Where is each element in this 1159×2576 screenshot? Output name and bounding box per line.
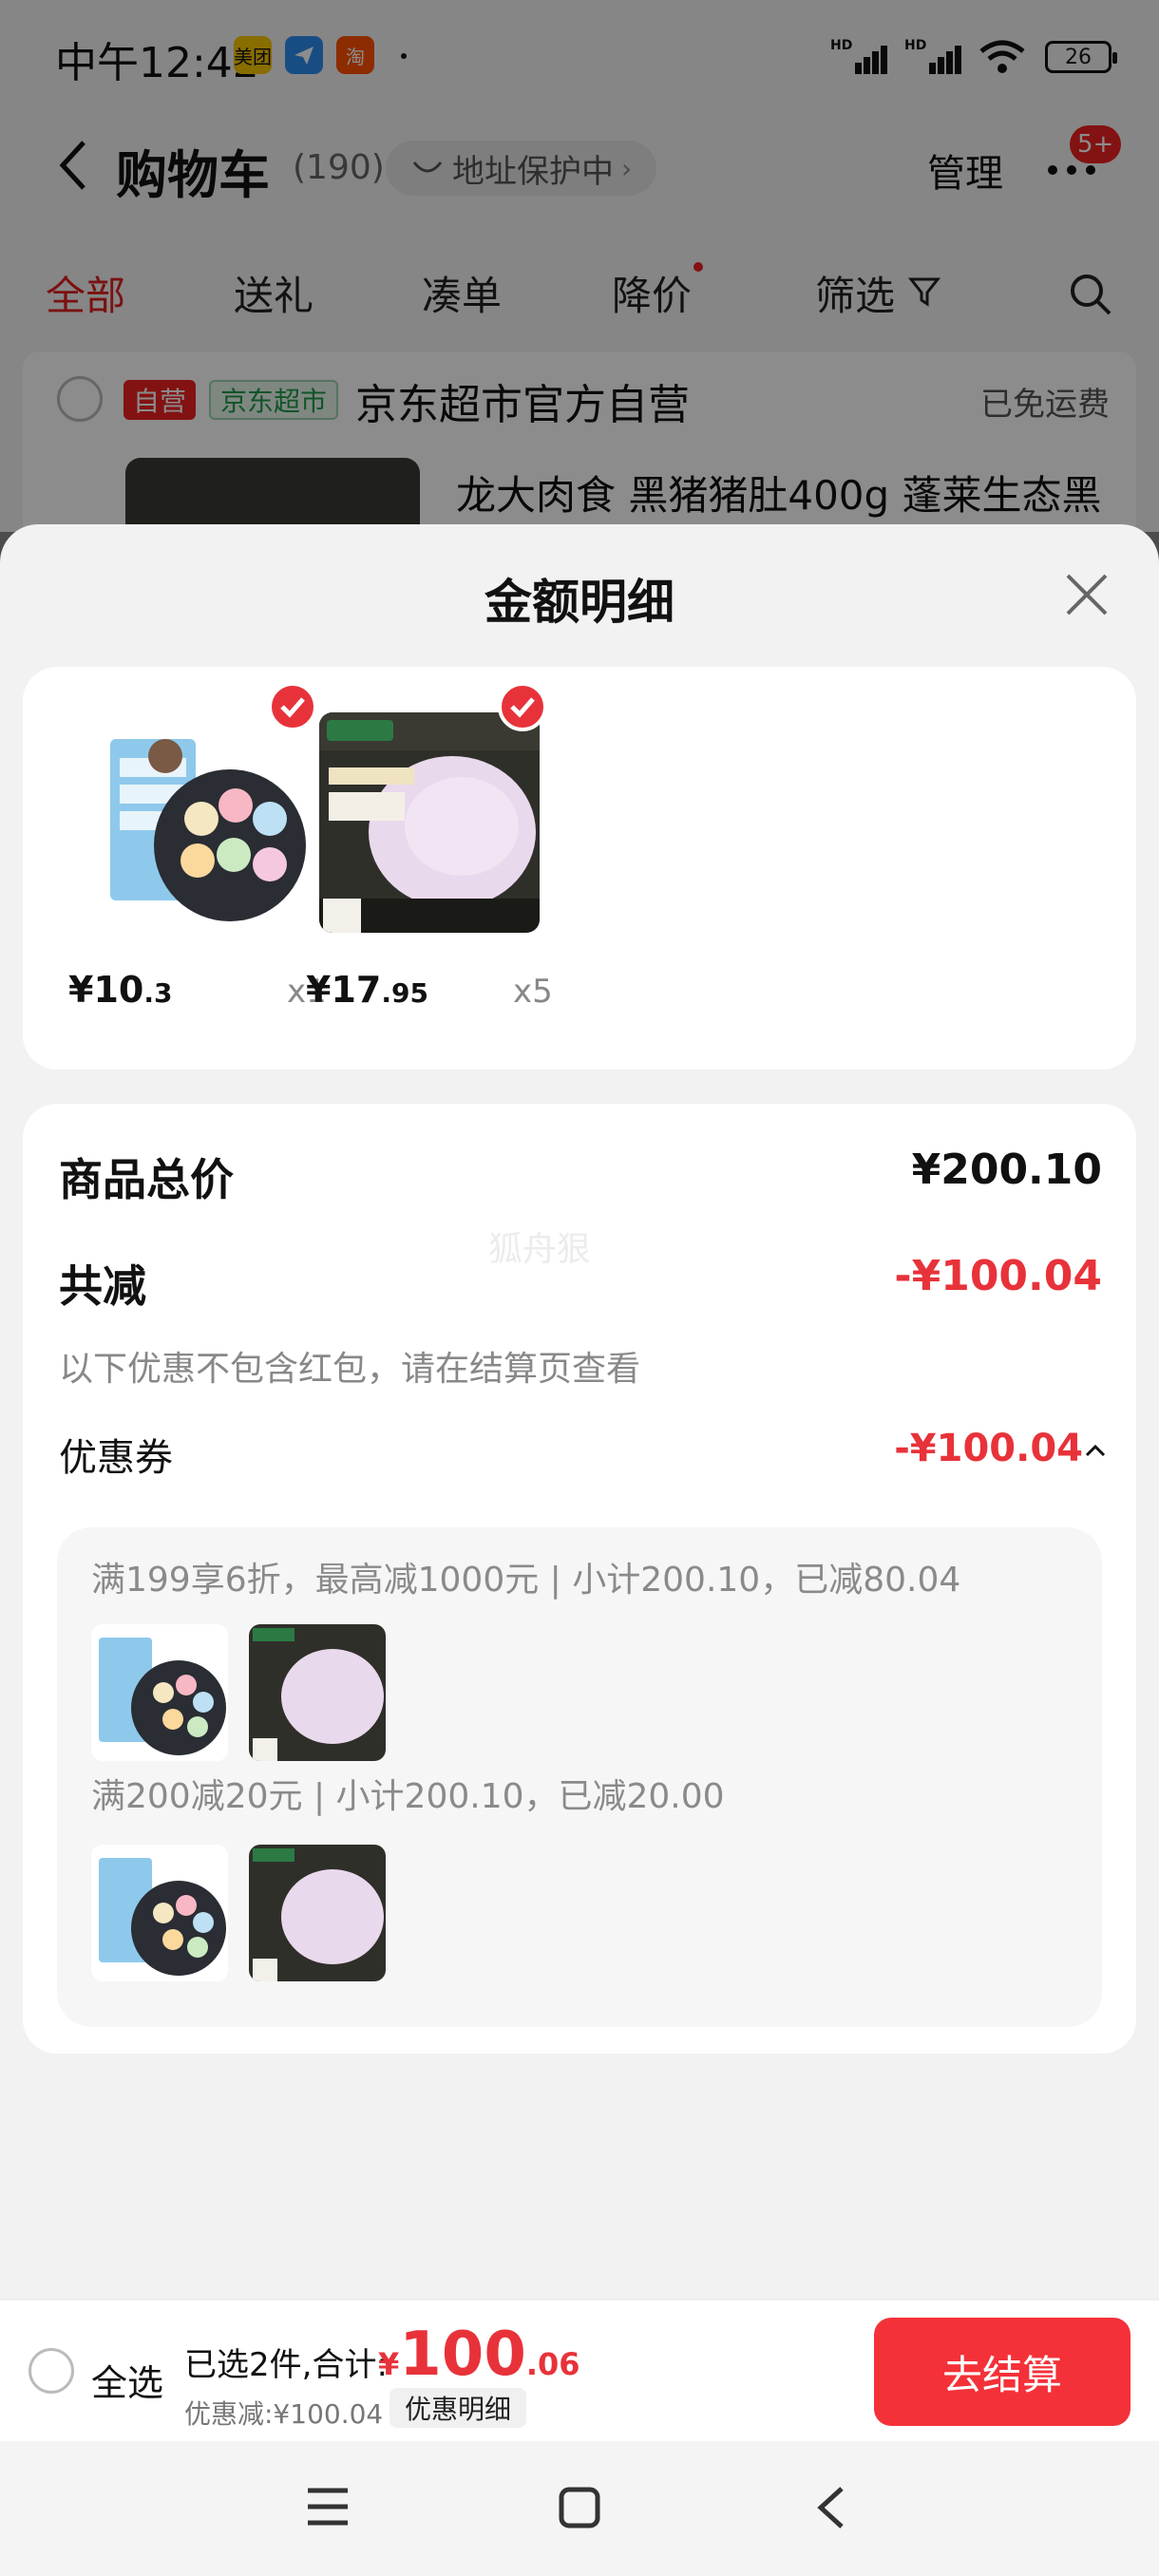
close-icon[interactable]: [1062, 570, 1112, 619]
item-quantity: x5: [513, 973, 553, 1011]
discount-label: 共减: [59, 1260, 146, 1312]
total-integer: 100: [399, 2320, 526, 2390]
amount-detail-sheet: 金额明细 ¥10.3 x1 ¥17.95 x5 商品总价 ¥200.10 狐舟狠…: [0, 524, 1159, 2301]
promo-rule: 满199享6折，最高减1000元 | 小计200.10，已减80.04: [91, 1561, 961, 1600]
selected-items-card: ¥10.3 x1 ¥17.95 x5: [23, 667, 1136, 1070]
product-image: [319, 712, 540, 933]
sheet-title: 金额明细: [484, 575, 674, 630]
selected-item[interactable]: ¥10.3 x1: [57, 667, 327, 1070]
checkout-button[interactable]: 去结算: [874, 2318, 1130, 2426]
item-price-decimal: .95: [381, 977, 428, 1009]
total-price-label: 商品总价: [59, 1154, 234, 1205]
system-nav-bar: [0, 2441, 1159, 2576]
coupon-label[interactable]: 优惠券: [59, 1427, 173, 1482]
promo-rule: 满200减20元 | 小计200.10，已减20.00: [91, 1777, 725, 1816]
promo-product-thumb: [249, 1624, 386, 1761]
coupon-detail-panel: 满199享6折，最高减1000元 | 小计200.10，已减80.04 满200…: [57, 1527, 1102, 2027]
coupon-value[interactable]: -¥100.04: [894, 1427, 1083, 1470]
chevron-up-icon[interactable]: [1083, 1438, 1108, 1463]
selected-item[interactable]: ¥17.95 x5: [306, 667, 568, 1070]
total-currency: ¥: [378, 2346, 400, 2382]
checked-icon: [268, 682, 317, 731]
discount-note: 以下优惠不包含红包，请在结算页查看: [59, 1350, 641, 1389]
back-icon[interactable]: [815, 2485, 847, 2530]
discount-value: -¥100.04: [894, 1252, 1102, 1300]
item-price-integer: ¥10: [68, 969, 144, 1011]
item-price-decimal: .3: [143, 977, 173, 1009]
checkout-discount: 优惠减:¥100.04: [184, 2398, 384, 2430]
watermark-text: 狐舟狠: [488, 1230, 592, 1269]
select-all-radio[interactable]: [28, 2348, 74, 2394]
item-price-integer: ¥17: [306, 969, 382, 1011]
total-decimal: .06: [525, 2346, 580, 2382]
product-image: [91, 712, 312, 933]
total-price-value: ¥200.10: [911, 1146, 1102, 1194]
selected-summary: 已选2件,合计:: [184, 2346, 388, 2384]
home-icon[interactable]: [559, 2487, 600, 2529]
item-price: ¥10.3: [68, 969, 172, 1011]
checked-icon: [498, 682, 547, 731]
price-breakdown-card: 商品总价 ¥200.10 狐舟狠 共减 -¥100.04 以下优惠不包含红包，请…: [23, 1104, 1136, 2054]
promo-product-thumb: [249, 1845, 386, 1981]
checkout-bar: 全选 已选2件,合计: ¥100.06 优惠减:¥100.04 优惠明细 去结算: [0, 2299, 1159, 2441]
item-price: ¥17.95: [306, 969, 428, 1011]
promo-product-thumb: [91, 1845, 228, 1981]
promo-product-thumb: [91, 1624, 228, 1761]
discount-detail-button[interactable]: 优惠明细: [390, 2388, 527, 2428]
checkout-total: ¥100.06: [378, 2320, 580, 2390]
menu-icon[interactable]: [306, 2487, 350, 2527]
select-all-label[interactable]: 全选: [91, 2354, 163, 2406]
